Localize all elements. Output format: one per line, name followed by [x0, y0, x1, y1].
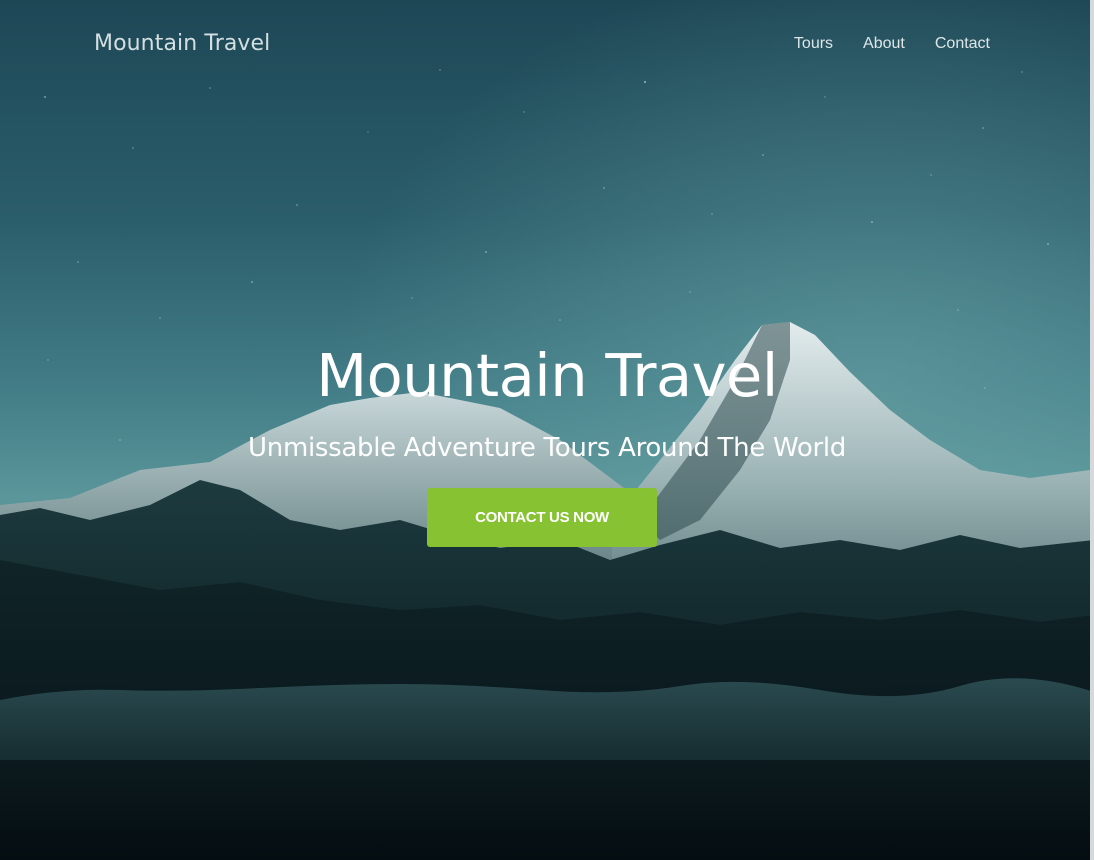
- nav-links: Tours About Contact: [794, 35, 990, 53]
- hero-section: Mountain Travel Tours About Contact Moun…: [0, 0, 1094, 860]
- hero-content: Mountain Travel Unmissable Adventure Tou…: [0, 338, 1094, 466]
- hero-title: Mountain Travel: [316, 341, 778, 410]
- nav-link-about[interactable]: About: [863, 35, 905, 53]
- nav-link-tours[interactable]: Tours: [794, 35, 833, 53]
- contact-us-button[interactable]: CONTACT US NOW: [427, 488, 657, 547]
- hero-subtitle: Unmissable Adventure Tours Around The Wo…: [248, 433, 846, 463]
- site-logo[interactable]: Mountain Travel: [94, 31, 270, 56]
- top-navigation: Mountain Travel Tours About Contact: [0, 0, 1094, 92]
- nav-link-contact[interactable]: Contact: [935, 35, 990, 53]
